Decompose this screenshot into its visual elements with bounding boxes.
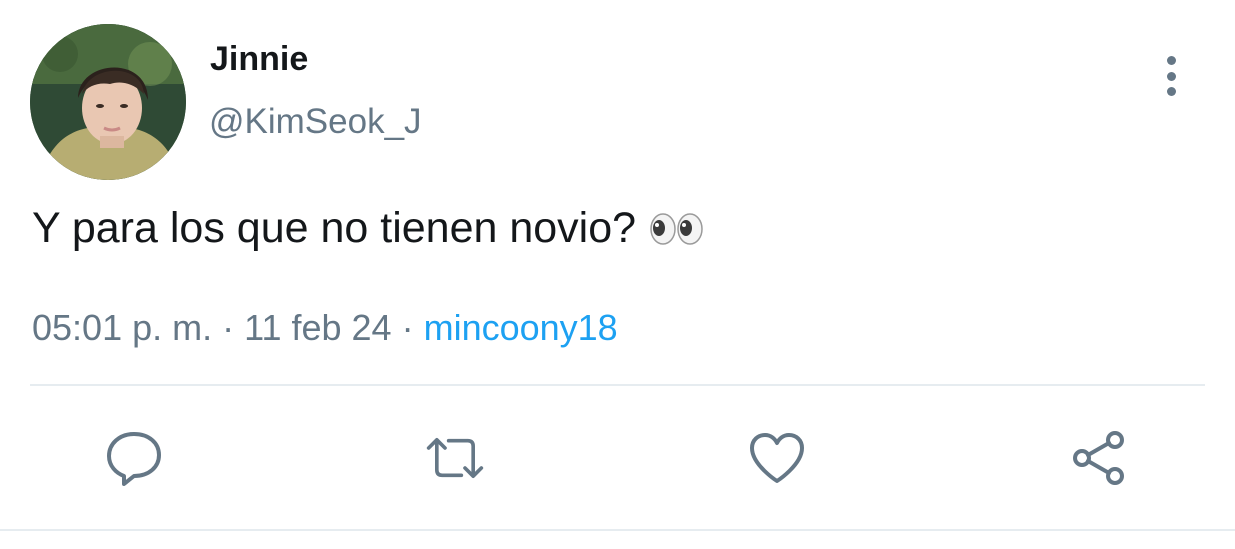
tweet-time: 05:01 p. m.	[32, 307, 213, 348]
display-name[interactable]: Jinnie	[210, 40, 308, 79]
reply-button[interactable]	[104, 428, 164, 488]
via-link[interactable]: mincoony18	[424, 307, 618, 348]
avatar-image	[30, 24, 186, 180]
more-vertical-icon-dot	[1166, 71, 1176, 81]
tweet-card: Jinnie @KimSeok_J Y para los que no tien…	[0, 0, 1235, 549]
reply-icon	[107, 432, 161, 486]
retweet-button[interactable]	[425, 428, 485, 488]
tweet-date: 11 feb 24	[244, 307, 392, 348]
more-vertical-icon-dot	[1166, 87, 1176, 96]
like-button[interactable]	[747, 428, 807, 488]
tweet-text: Y para los que no tienen novio?	[32, 204, 704, 253]
eyes-emoji	[650, 212, 703, 245]
share-icon	[1073, 431, 1124, 485]
retweet-icon	[426, 438, 484, 478]
meta-separator: ·	[401, 307, 414, 348]
more-options-button[interactable]	[1152, 52, 1190, 100]
more-vertical-icon	[1166, 56, 1176, 65]
tweet-meta: 05:01 p. m. · 11 feb 24 · mincoony18	[32, 307, 618, 349]
meta-separator: ·	[222, 307, 235, 348]
user-handle[interactable]: @KimSeok_J	[209, 102, 422, 142]
divider	[30, 384, 1205, 386]
avatar[interactable]	[30, 24, 186, 180]
heart-icon	[750, 433, 804, 483]
tweet-text-content: Y para los que no tienen novio?	[32, 204, 637, 252]
bottom-divider	[0, 529, 1235, 531]
share-button[interactable]	[1069, 428, 1129, 488]
